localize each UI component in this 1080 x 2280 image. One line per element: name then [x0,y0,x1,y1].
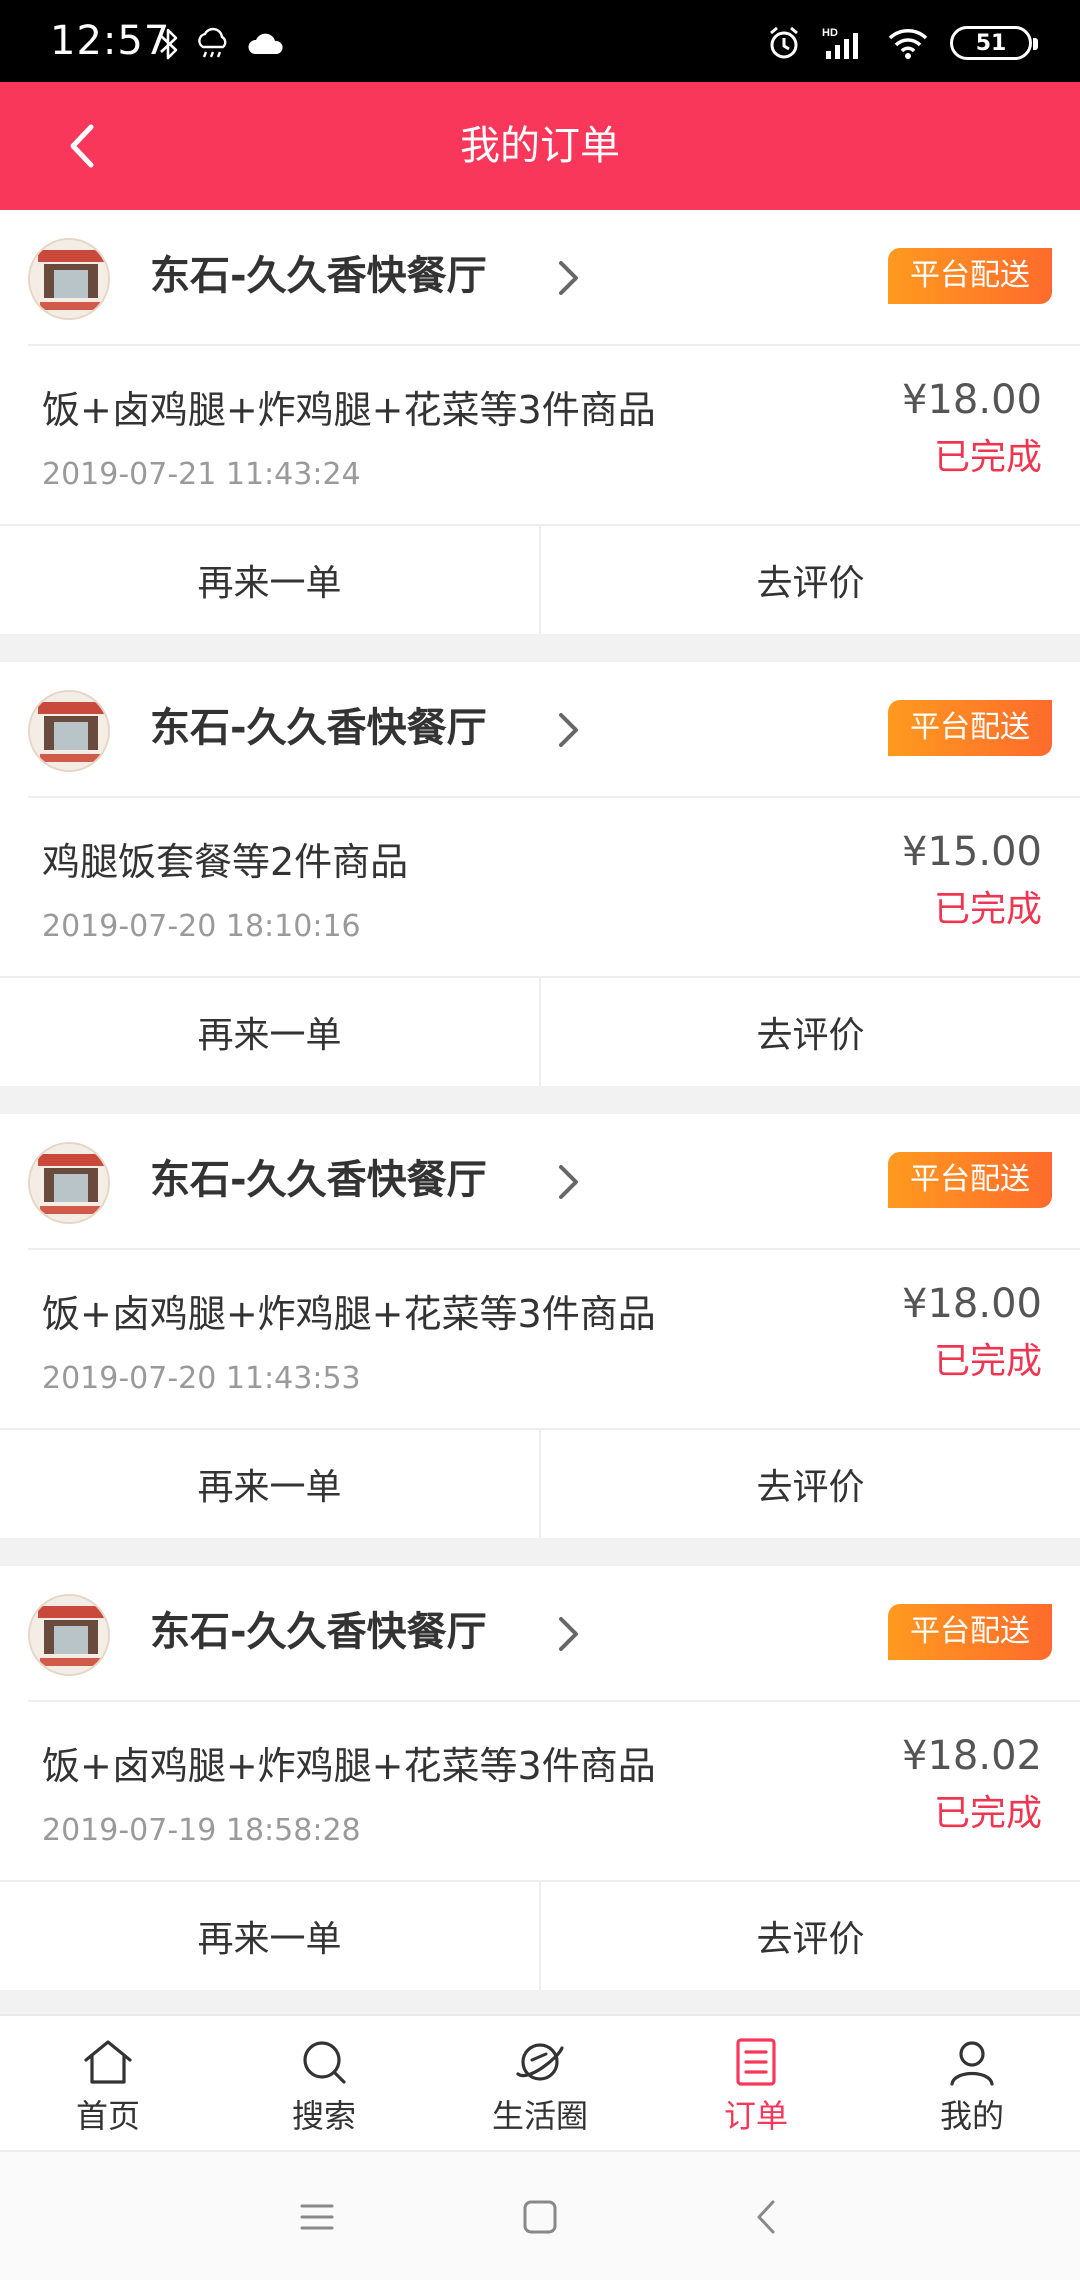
store-logo-image [30,692,108,770]
reorder-button[interactable]: 再来一单 [0,1430,539,1538]
page-title: 我的订单 [460,123,620,169]
reorder-button[interactable]: 再来一单 [0,978,539,1086]
divider [28,796,1080,798]
menu-icon[interactable] [294,2194,340,2240]
weather-rain-icon [198,27,227,58]
store-avatar [28,238,110,320]
order-items[interactable]: 饭+卤鸡腿+炸鸡腿+花菜等3件商品 [42,1740,656,1792]
order-status: 已完成 [933,1793,1042,1834]
order-status: 已完成 [933,437,1042,478]
back-icon[interactable] [745,2194,791,2240]
order-card: 东石-久久香快餐厅 平台配送 饭+卤鸡腿+炸鸡腿+花菜等3件商品 2019-07… [0,210,1080,634]
order-time: 2019-07-20 18:10:16 [42,909,361,944]
order-status: 已完成 [933,889,1042,930]
alarm-icon [770,26,798,59]
order-card: 东石-久久香快餐厅 平台配送 饭+卤鸡腿+炸鸡腿+花菜等3件商品 2019-07… [0,1566,1080,1990]
store-logo-image [30,240,108,318]
status-left-icons [158,24,286,64]
store-name: 东石-久久香快餐厅 [150,253,487,299]
store-name: 东石-久久香快餐厅 [150,1157,487,1203]
status-bar: 12:57 HD 51 [0,0,1080,82]
order-actions: 再来一单 去评价 [0,524,1080,634]
order-price: ¥18.00 [902,377,1042,423]
divider [28,344,1080,346]
store-row[interactable]: 东石-久久香快餐厅 平台配送 [0,1566,1080,1700]
bluetooth-icon [160,28,178,60]
order-items[interactable]: 鸡腿饭套餐等2件商品 [42,836,408,888]
nav-label: 生活圈 [491,2097,588,2135]
chevron-right-icon [559,261,578,295]
nav-item-profile[interactable]: 我的 [864,2016,1080,2150]
nav-label: 首页 [75,2097,140,2135]
system-nav-bar [0,2150,1080,2280]
battery-icon: 51 [950,26,1038,60]
order-list-icon [736,2038,776,2086]
store-logo-image [30,1144,108,1222]
review-button[interactable]: 去评价 [539,1882,1080,1990]
app-header: 我的订单 [0,82,1080,210]
hd-signal-icon: HD [822,27,858,59]
status-right-icons: HD 51 [766,22,1038,64]
order-price: ¥18.00 [902,1281,1042,1327]
order-card: 东石-久久香快餐厅 平台配送 鸡腿饭套餐等2件商品 2019-07-20 18:… [0,662,1080,1086]
delivery-badge: 平台配送 [888,1604,1052,1660]
order-actions: 再来一单 去评价 [0,976,1080,1086]
order-time: 2019-07-20 11:43:53 [42,1361,361,1396]
order-price: ¥18.02 [902,1733,1042,1779]
search-icon [303,2041,346,2084]
divider [28,1248,1080,1250]
review-button[interactable]: 去评价 [539,526,1080,634]
delivery-badge: 平台配送 [888,700,1052,756]
nav-label: 搜索 [291,2097,356,2135]
chevron-right-icon [559,1617,578,1651]
order-status: 已完成 [933,1341,1042,1382]
store-avatar [28,1142,110,1224]
chevron-right-icon [559,1165,578,1199]
order-items[interactable]: 饭+卤鸡腿+炸鸡腿+花菜等3件商品 [42,384,656,436]
order-card: 东石-久久香快餐厅 平台配送 饭+卤鸡腿+炸鸡腿+花菜等3件商品 2019-07… [0,1114,1080,1538]
svg-text:HD: HD [822,27,838,39]
status-time: 12:57 [50,18,171,64]
nav-item-search[interactable]: 搜索 [216,2016,432,2150]
nav-label: 我的 [939,2097,1004,2135]
store-row[interactable]: 东石-久久香快餐厅 平台配送 [0,210,1080,344]
order-items[interactable]: 饭+卤鸡腿+炸鸡腿+花菜等3件商品 [42,1288,656,1340]
delivery-badge: 平台配送 [888,1152,1052,1208]
chevron-right-icon [559,713,578,747]
home-square-icon[interactable] [517,2194,563,2240]
store-row[interactable]: 东石-久久香快餐厅 平台配送 [0,662,1080,796]
store-avatar [28,690,110,772]
reorder-button[interactable]: 再来一单 [0,1882,539,1990]
wifi-icon [888,29,928,59]
home-icon [84,2040,132,2084]
store-row[interactable]: 东石-久久香快餐厅 平台配送 [0,1114,1080,1248]
order-time: 2019-07-19 18:58:28 [42,1813,361,1848]
order-price: ¥15.00 [902,829,1042,875]
order-list[interactable]: 东石-久久香快餐厅 平台配送 饭+卤鸡腿+炸鸡腿+花菜等3件商品 2019-07… [0,210,1080,2010]
delivery-badge: 平台配送 [888,248,1052,304]
order-actions: 再来一单 去评价 [0,1880,1080,1990]
bottom-nav: 首页 搜索 生活圈 订单 我的 [0,2014,1080,2150]
review-button[interactable]: 去评价 [539,1430,1080,1538]
divider [28,1700,1080,1702]
store-name: 东石-久久香快餐厅 [150,1609,487,1655]
nav-item-home[interactable]: 首页 [0,2016,216,2150]
profile-icon [950,2041,994,2086]
cloud-icon [248,33,283,54]
review-button[interactable]: 去评价 [539,978,1080,1086]
order-actions: 再来一单 去评价 [0,1428,1080,1538]
nav-item-orders[interactable]: 订单 [648,2016,864,2150]
nav-item-life-circle[interactable]: 生活圈 [432,2016,648,2150]
store-avatar [28,1594,110,1676]
nav-label: 订单 [723,2097,788,2135]
planet-icon [516,2043,564,2081]
reorder-button[interactable]: 再来一单 [0,526,539,634]
battery-level: 51 [975,30,1007,56]
store-name: 东石-久久香快餐厅 [150,705,487,751]
store-logo-image [30,1596,108,1674]
order-time: 2019-07-21 11:43:24 [42,457,361,492]
